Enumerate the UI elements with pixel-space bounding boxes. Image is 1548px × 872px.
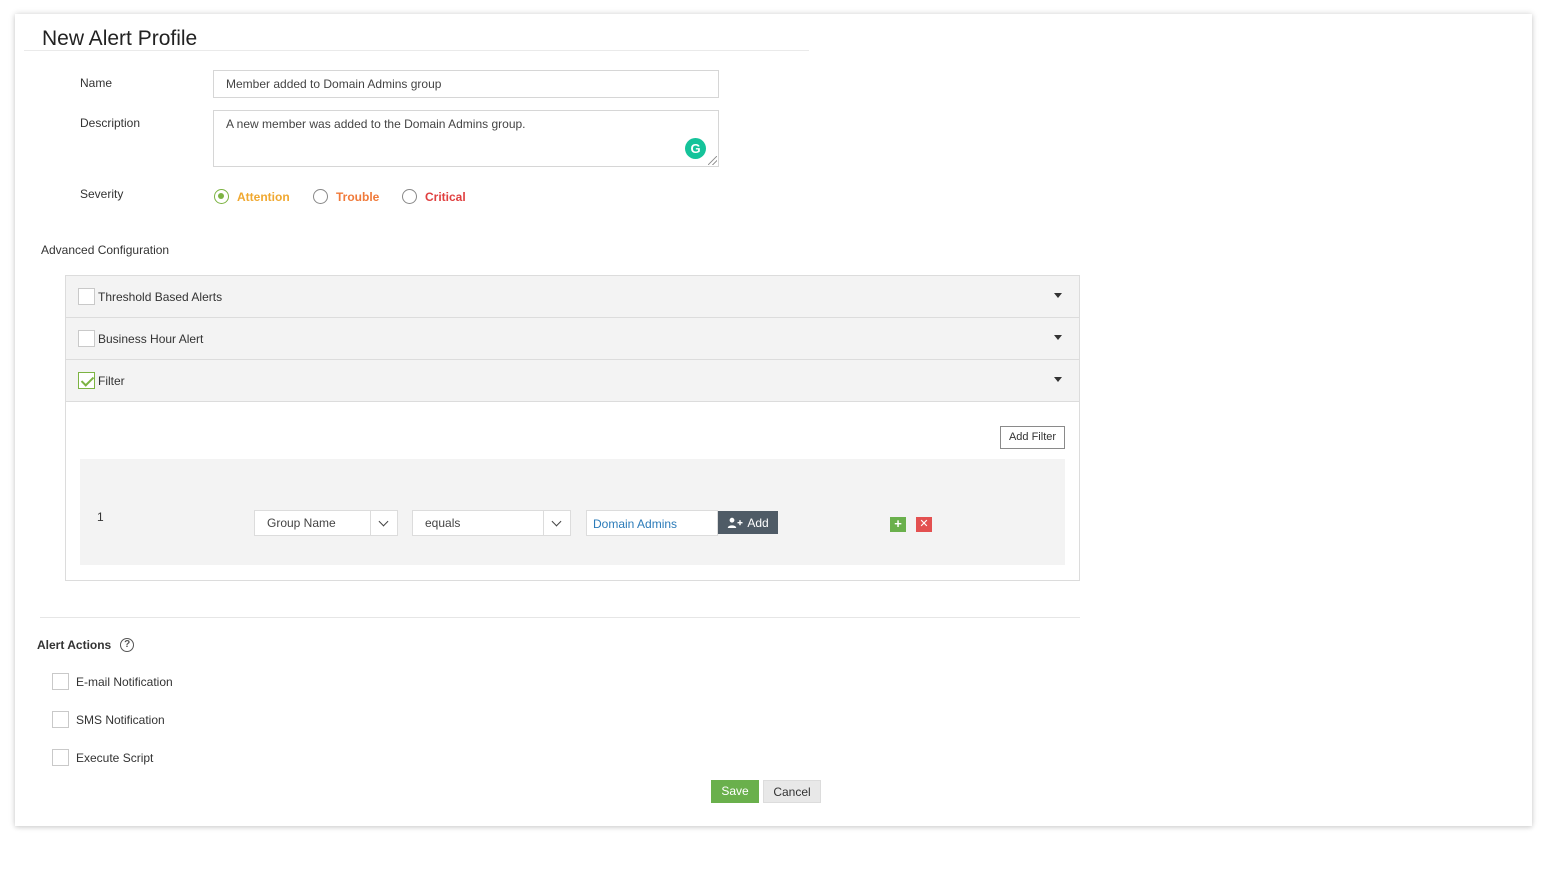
name-input[interactable]: Member added to Domain Admins group [213, 70, 719, 98]
grammarly-icon[interactable]: G [685, 138, 706, 159]
section-divider [40, 617, 1080, 618]
add-filter-button[interactable]: Add Filter [1000, 426, 1065, 449]
radio-icon[interactable] [402, 189, 417, 204]
add-value-button[interactable]: Add [718, 511, 778, 534]
email-notification-label: E-mail Notification [76, 674, 173, 689]
execute-script-checkbox[interactable] [52, 749, 69, 766]
radio-icon[interactable] [313, 189, 328, 204]
alert-actions-title: Alert Actions [37, 638, 112, 652]
page-title: New Alert Profile [42, 27, 198, 50]
filter-checkbox[interactable] [78, 372, 95, 389]
chevron-down-icon[interactable] [543, 511, 570, 535]
advanced-config-title: Advanced Configuration [41, 243, 170, 257]
title-divider [24, 50, 809, 51]
severity-label: Severity [80, 187, 124, 201]
severity-attention[interactable]: Attention [214, 189, 290, 204]
accordion-threshold[interactable]: Threshold Based Alerts [66, 276, 1079, 318]
resize-handle-icon[interactable] [708, 156, 717, 165]
severity-attention-label: Attention [237, 189, 290, 204]
severity-critical[interactable]: Critical [402, 189, 466, 204]
caret-down-icon[interactable] [1054, 335, 1062, 340]
alert-actions-header: Alert Actions ? [37, 638, 135, 652]
save-button[interactable]: Save [711, 780, 759, 803]
add-row-plus-icon[interactable]: + [890, 517, 906, 532]
execute-script-label: Execute Script [76, 750, 154, 765]
email-notification-checkbox[interactable] [52, 673, 69, 690]
description-textarea[interactable]: A new member was added to the Domain Adm… [213, 110, 719, 167]
execute-script-option[interactable]: Execute Script [52, 749, 153, 766]
filter-operator-select[interactable]: equals [412, 510, 571, 536]
filter-row-index: 1 [97, 510, 104, 524]
help-icon[interactable]: ? [120, 638, 135, 652]
name-label: Name [80, 76, 113, 90]
sms-notification-option[interactable]: SMS Notification [52, 711, 165, 728]
accordion-business-hour[interactable]: Business Hour Alert [66, 318, 1079, 360]
business-hour-label: Business Hour Alert [98, 331, 204, 346]
cancel-button[interactable]: Cancel [763, 780, 821, 803]
caret-down-icon[interactable] [1054, 377, 1062, 382]
advanced-config-panel: Threshold Based Alerts Business Hour Ale… [65, 275, 1080, 581]
filter-value-input[interactable]: Domain Admins [586, 510, 718, 536]
filter-field-select[interactable]: Group Name [254, 510, 398, 536]
alert-profile-card: New Alert Profile Name Member added to D… [15, 14, 1532, 826]
caret-down-icon[interactable] [1054, 293, 1062, 298]
radio-selected-icon[interactable] [214, 189, 229, 204]
threshold-checkbox[interactable] [78, 288, 95, 305]
threshold-label: Threshold Based Alerts [98, 289, 223, 304]
severity-critical-label: Critical [425, 189, 466, 204]
description-label: Description [80, 116, 141, 130]
email-notification-option[interactable]: E-mail Notification [52, 673, 173, 690]
add-value-label: Add [747, 515, 769, 530]
remove-row-close-icon[interactable]: ✕ [916, 517, 932, 532]
severity-trouble[interactable]: Trouble [313, 189, 379, 204]
business-hour-checkbox[interactable] [78, 330, 95, 347]
severity-trouble-label: Trouble [336, 189, 380, 204]
sms-notification-checkbox[interactable] [52, 711, 69, 728]
filter-label: Filter [98, 373, 125, 388]
filter-operator-value: equals [425, 516, 461, 530]
filter-field-value: Group Name [267, 516, 336, 530]
sms-notification-label: SMS Notification [76, 712, 165, 727]
filter-row-panel: 1 Group Name equals Domain Admins Add + [80, 459, 1065, 565]
chevron-down-icon[interactable] [370, 511, 397, 535]
accordion-filter[interactable]: Filter [66, 360, 1079, 402]
add-user-icon [728, 517, 743, 528]
